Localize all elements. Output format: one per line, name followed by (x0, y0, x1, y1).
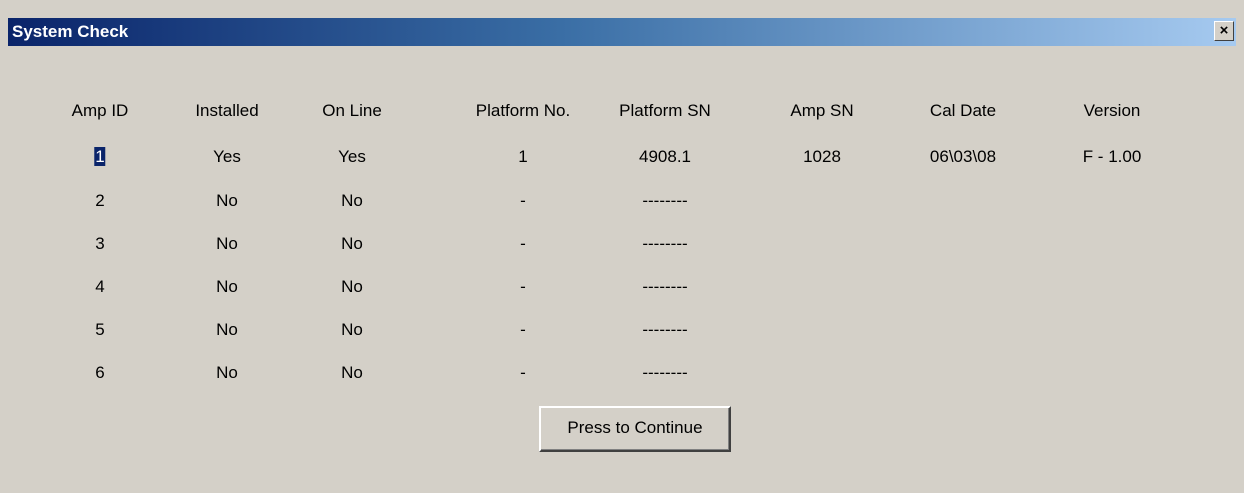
cell-platform-no: - (520, 320, 526, 339)
cell-platform-no: 1 (518, 147, 528, 166)
selected-amp-id[interactable]: 1 (94, 147, 106, 166)
cell-amp-sn: 1028 (803, 147, 841, 166)
column-header-platform-no: Platform No. (475, 101, 571, 120)
cell-on-line: No (341, 320, 363, 339)
cell-platform-no: - (520, 234, 526, 253)
cell-platform-sn: -------- (642, 277, 688, 296)
cell-on-line: No (341, 191, 363, 210)
system-check-window: System Check × Amp ID Installed On Line Pla… (0, 0, 1244, 493)
cell-platform-sn: 4908.1 (639, 147, 691, 166)
column-header-amp-id: Amp ID (71, 101, 129, 120)
cell-amp-id: 4 (95, 277, 105, 296)
cell-installed: No (216, 320, 238, 339)
cell-amp-id: 6 (95, 363, 105, 382)
cell-platform-sn: -------- (642, 320, 688, 339)
cell-cal-date: 06\03\08 (929, 147, 997, 166)
cell-installed: No (216, 363, 238, 382)
column-header-version: Version (1083, 101, 1141, 120)
cell-on-line: Yes (338, 147, 366, 166)
cell-amp-id[interactable]: 1 (94, 146, 106, 168)
cell-platform-sn: -------- (642, 191, 688, 210)
cell-installed: Yes (213, 147, 241, 166)
cell-platform-no: - (520, 363, 526, 382)
cell-amp-id: 5 (95, 320, 105, 339)
cell-installed: No (216, 277, 238, 296)
column-header-installed: Installed (195, 101, 259, 120)
cell-installed: No (216, 191, 238, 210)
cell-on-line: No (341, 363, 363, 382)
cell-version: F - 1.00 (1082, 147, 1142, 166)
cell-amp-id: 3 (95, 234, 105, 253)
cell-amp-id: 2 (95, 191, 105, 210)
column-header-cal-date: Cal Date (929, 101, 997, 120)
cell-on-line: No (341, 277, 363, 296)
cell-installed: No (216, 234, 238, 253)
cell-platform-no: - (520, 277, 526, 296)
column-header-on-line: On Line (322, 101, 382, 120)
cell-on-line: No (341, 234, 363, 253)
column-header-amp-sn: Amp SN (790, 101, 854, 120)
press-to-continue-button[interactable]: Press to Continue (539, 406, 731, 452)
cell-platform-sn: -------- (642, 234, 688, 253)
cell-platform-sn: -------- (642, 363, 688, 382)
cell-platform-no: - (520, 191, 526, 210)
column-header-platform-sn: Platform SN (619, 101, 711, 120)
